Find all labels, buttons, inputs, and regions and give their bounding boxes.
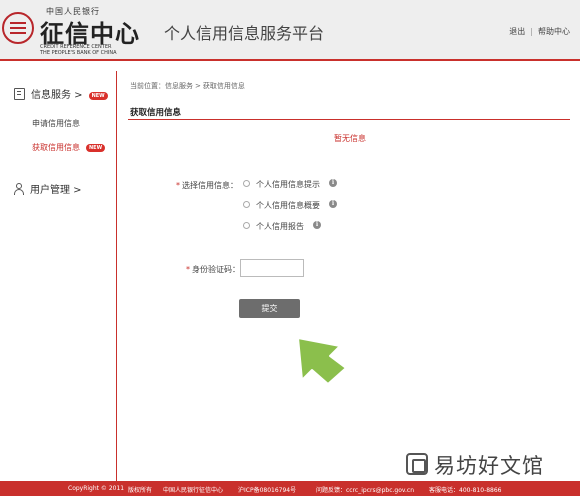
- sidebar-subitem-get-credit-info[interactable]: 获取信用信息 NEW: [32, 142, 106, 153]
- section-divider: [128, 119, 570, 120]
- breadcrumb-item-current: 获取信用信息: [202, 82, 245, 90]
- logo-english-line-2: THE PEOPLE'S BANK OF CHINA: [40, 50, 117, 56]
- select-credit-info-label-text: 选择信用信息：: [182, 181, 238, 190]
- info-icon[interactable]: i: [329, 200, 337, 208]
- select-credit-info-label: * 选择信用信息：: [176, 180, 238, 191]
- page-footer: CopyRight © 2011 版权所有 中国人民银行征信中心 沪ICP备08…: [0, 481, 580, 496]
- page-header: 中国人民银行 征信中心 CREDIT REFERENCE CENTER THE …: [0, 0, 580, 60]
- radio-credit-info-summary[interactable]: [243, 201, 250, 208]
- radio-credit-info-hint[interactable]: [243, 180, 250, 187]
- footer-rights: 版权所有: [128, 487, 153, 494]
- new-badge: NEW: [86, 144, 106, 152]
- radio-credit-report[interactable]: [243, 222, 250, 229]
- sidebar-item-label: 用户管理 >: [30, 185, 82, 196]
- footer-org: 中国人民银行征信中心: [163, 487, 224, 494]
- breadcrumb-separator: >: [195, 82, 201, 90]
- document-icon: [14, 88, 25, 100]
- sidebar-item-label: 信息服务 >: [31, 90, 83, 101]
- watermark-text: 易坊好文馆: [434, 454, 544, 478]
- section-title: 获取信用信息: [130, 108, 182, 118]
- watermark: 易坊好文馆: [398, 448, 578, 480]
- sidebar-subitem-apply-credit-info[interactable]: 申请信用信息: [32, 118, 80, 129]
- sidebar-divider: [116, 71, 117, 481]
- watermark-logo-icon: [406, 453, 428, 475]
- new-badge: NEW: [88, 92, 108, 100]
- info-icon[interactable]: i: [329, 179, 337, 187]
- footer-icp[interactable]: 沪ICP备08016794号: [238, 485, 296, 494]
- sidebar-item-user-management[interactable]: 用户管理 >: [14, 181, 82, 196]
- breadcrumb: 当前位置：信息服务 > 获取信用信息: [130, 81, 245, 91]
- id-code-input[interactable]: [240, 259, 304, 277]
- platform-title: 个人信用信息服务平台: [164, 24, 325, 43]
- header-link-separator: |: [530, 27, 533, 36]
- id-code-label-text: 身份验证码：: [192, 265, 240, 274]
- user-icon: [14, 183, 24, 195]
- header-links: 退出 | 帮助中心: [509, 26, 570, 37]
- logout-link[interactable]: 退出: [509, 27, 525, 36]
- pointer-arrow-icon: [297, 337, 347, 384]
- no-info-message: 暂无信息: [334, 134, 366, 143]
- option-label-credit-report[interactable]: 个人信用报告: [256, 221, 304, 232]
- option-label-credit-info-summary[interactable]: 个人信用信息概要: [256, 200, 320, 211]
- breadcrumb-item-info-service[interactable]: 信息服务: [165, 82, 193, 90]
- required-asterisk: *: [176, 181, 180, 190]
- option-label-credit-info-hint[interactable]: 个人信用信息提示: [256, 179, 320, 190]
- help-center-link[interactable]: 帮助中心: [538, 27, 570, 36]
- footer-feedback[interactable]: 问题反馈：ccrc_ipcrs@pbc.gov.cn: [316, 485, 414, 494]
- footer-copyright: CopyRight © 2011: [68, 485, 125, 492]
- logo-seal-icon: [2, 12, 34, 44]
- sidebar-subitem-label: 获取信用信息: [32, 143, 80, 152]
- info-icon[interactable]: i: [313, 221, 321, 229]
- footer-hotline: 客服电话：400-810-8866: [429, 487, 502, 494]
- breadcrumb-prefix: 当前位置：: [130, 82, 165, 90]
- credit-center-logo[interactable]: 中国人民银行 征信中心 CREDIT REFERENCE CENTER THE …: [2, 6, 139, 56]
- id-code-label: * 身份验证码：: [186, 264, 240, 275]
- submit-button[interactable]: 提交: [239, 299, 300, 318]
- sidebar-item-credit-service[interactable]: 信息服务 > NEW: [14, 86, 108, 101]
- required-asterisk: *: [186, 265, 190, 274]
